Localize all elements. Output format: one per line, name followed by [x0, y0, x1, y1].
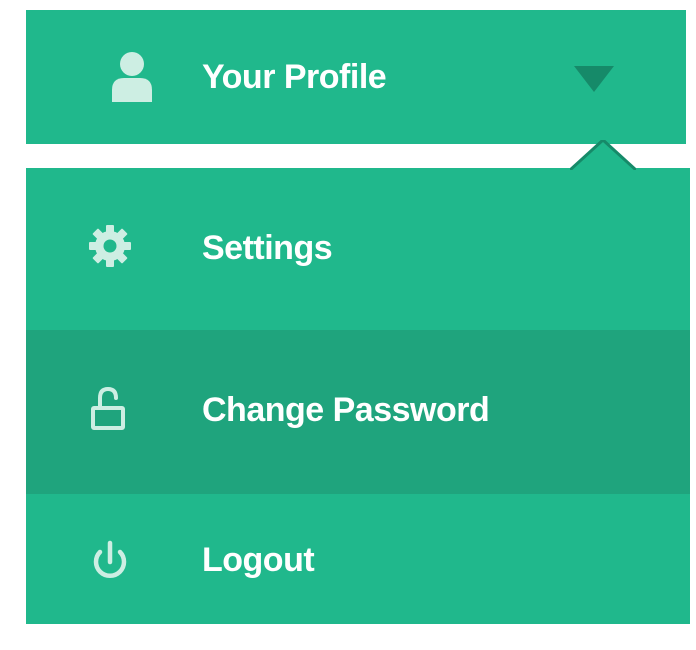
menu-item-label: Logout	[202, 541, 315, 579]
dropdown-pointer	[570, 140, 636, 170]
profile-label: Your Profile	[202, 58, 387, 96]
menu-item-settings[interactable]: Settings	[26, 168, 690, 330]
profile-dropdown-toggle[interactable]: Your Profile	[26, 10, 686, 144]
caret-down-icon[interactable]	[574, 66, 614, 92]
user-icon	[112, 52, 152, 102]
menu-item-label: Settings	[202, 229, 333, 267]
profile-dropdown-menu: Settings Change Password Logout	[26, 140, 690, 624]
menu-item-change-password[interactable]: Change Password	[26, 330, 690, 494]
lock-open-icon	[91, 386, 125, 430]
power-icon	[93, 540, 127, 579]
gear-icon	[89, 225, 131, 267]
menu-item-label: Change Password	[202, 391, 490, 429]
menu-item-logout[interactable]: Logout	[26, 494, 690, 624]
